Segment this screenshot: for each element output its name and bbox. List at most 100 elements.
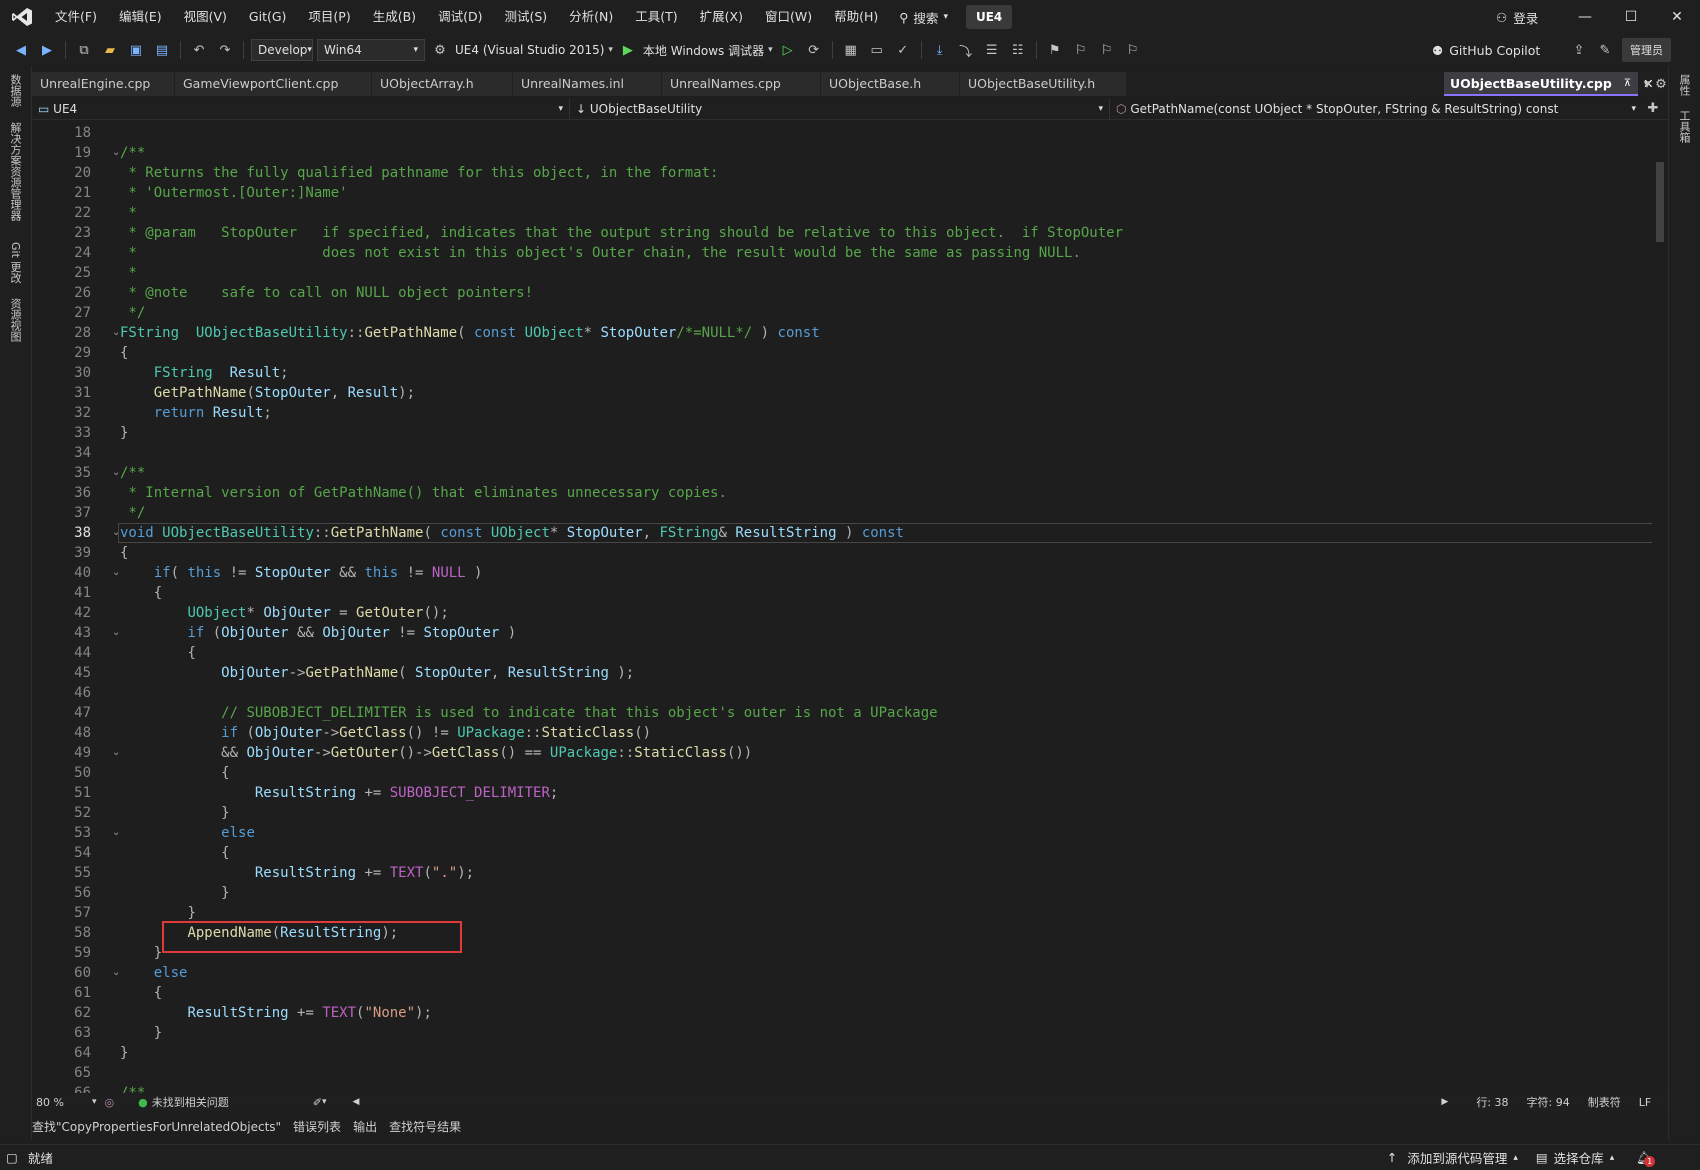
platform-select[interactable]: Win64 ▾	[317, 39, 425, 61]
vtab-solution-explorer[interactable]: 解决方案资源管理器	[7, 122, 23, 221]
start-debugging-icon[interactable]: ▶	[617, 39, 639, 61]
start-without-debugging-icon[interactable]: ▷	[777, 39, 799, 61]
code-line[interactable]: * Internal version of GetPathName() that…	[120, 483, 726, 503]
code-line[interactable]: */	[120, 303, 145, 323]
code-line[interactable]: {	[120, 643, 195, 663]
toggle-view-icon[interactable]: ▭	[866, 39, 888, 61]
code-line[interactable]: * Returns the fully qualified pathname f…	[120, 163, 718, 183]
menu-item[interactable]: 调试(D)	[427, 0, 493, 34]
code-line[interactable]: FString UObjectBaseUtility::GetPathName(…	[120, 323, 820, 343]
code-line[interactable]: * @note safe to call on NULL object poin…	[120, 283, 533, 303]
broom-icon[interactable]: ✐	[313, 1096, 322, 1109]
notification-bell-icon[interactable]: 🔔︎ 1	[1636, 1150, 1656, 1167]
member-select[interactable]: ⬡ GetPathName(const UObject * StopOuter,…	[1110, 99, 1642, 119]
redo-icon[interactable]: ↷	[214, 39, 236, 61]
tab-gameviewportclient-cpp[interactable]: GameViewportClient.cpp	[175, 72, 371, 96]
scope-select[interactable]: ↓ UObjectBaseUtility ▾	[570, 98, 1110, 119]
tab-uobjectarray-h[interactable]: UObjectArray.h	[372, 72, 512, 96]
tab-output[interactable]: 输出	[353, 1118, 377, 1135]
menu-item[interactable]: 文件(F)	[44, 0, 108, 34]
code-line[interactable]: ResultString += TEXT(".");	[120, 863, 474, 883]
step-into-icon[interactable]: ⤓	[929, 39, 951, 61]
menu-item[interactable]: 工具(T)	[624, 0, 688, 34]
indent-indicator[interactable]: 制表符	[1588, 1094, 1621, 1110]
spell-check-icon[interactable]: ✓	[892, 39, 914, 61]
tab-uobjectbaseutility-h[interactable]: UObjectBaseUtility.h	[960, 72, 1126, 96]
hot-reload-icon[interactable]: ⟳	[803, 39, 825, 61]
menu-item[interactable]: 编辑(E)	[108, 0, 173, 34]
code-line[interactable]: {	[120, 583, 162, 603]
vtab-toolbox[interactable]: 工具箱	[1676, 110, 1692, 143]
code-line[interactable]: return Result;	[120, 403, 272, 423]
code-line[interactable]: }	[120, 1043, 128, 1063]
code-line[interactable]: else	[120, 963, 188, 983]
step-over-icon[interactable]: ⤵	[955, 39, 977, 61]
project-select[interactable]: ▭ UE4 ▾	[32, 98, 570, 119]
menu-item[interactable]: 扩展(X)	[689, 0, 754, 34]
char-indicator[interactable]: 字符: 94	[1527, 1094, 1570, 1110]
vtab-git-changes[interactable]: Git 更改	[7, 242, 23, 283]
code-line[interactable]: *	[120, 203, 136, 223]
code-line[interactable]: {	[120, 543, 128, 563]
save-all-icon[interactable]: ▤	[151, 39, 173, 61]
code-line[interactable]: if (ObjOuter && ObjOuter != StopOuter )	[120, 623, 516, 643]
code-line[interactable]: {	[120, 843, 229, 863]
undo-icon[interactable]: ↶	[188, 39, 210, 61]
tab-uobjectbaseutility-cpp[interactable]: UObjectBaseUtility.cpp ⊼ ✕	[1444, 72, 1654, 96]
vtab-properties[interactable]: 属性	[1676, 74, 1692, 96]
line-indicator[interactable]: 行: 38	[1476, 1094, 1508, 1110]
add-to-source-control-button[interactable]: 添加到源代码管理	[1407, 1148, 1507, 1167]
code-line[interactable]: ResultString += SUBOBJECT_DELIMITER;	[120, 783, 558, 803]
tab-error-list[interactable]: 错误列表	[293, 1118, 341, 1135]
code-line[interactable]: *	[120, 263, 136, 283]
navigate-back-icon[interactable]: ◀	[10, 39, 32, 61]
code-line[interactable]: GetPathName(StopOuter, Result);	[120, 383, 415, 403]
scroll-right-icon[interactable]: ▶	[1441, 1097, 1448, 1107]
code-line[interactable]: }	[120, 943, 162, 963]
eol-indicator[interactable]: LF	[1639, 1096, 1651, 1109]
tab-list-dropdown-icon[interactable]: ▾	[1640, 73, 1654, 95]
code-line[interactable]: if (ObjOuter->GetClass() != UPackage::St…	[120, 723, 651, 743]
github-copilot-button[interactable]: ⚉ GitHub Copilot	[1432, 34, 1540, 66]
vertical-scrollbar[interactable]	[1652, 121, 1668, 1093]
code-line[interactable]: /**	[120, 143, 145, 163]
code-line[interactable]: /**	[120, 463, 145, 483]
login-button[interactable]: ⚇ 登录	[1496, 0, 1538, 34]
gear-icon[interactable]: ⚙	[429, 39, 451, 61]
tab-find-results[interactable]: 查找"CopyPropertiesForUnrelatedObjects"	[32, 1118, 281, 1135]
tab-unrealnames-inl[interactable]: UnrealNames.inl	[513, 72, 661, 96]
scroll-left-icon[interactable]: ◀	[353, 1097, 360, 1107]
gear-icon[interactable]: ⚙	[1654, 73, 1668, 95]
share-icon[interactable]: ⇪	[1568, 39, 1590, 61]
code-line[interactable]: }	[120, 423, 128, 443]
zoom-select[interactable]: 80 %	[36, 1096, 92, 1109]
visual-studio-logo-icon[interactable]	[0, 0, 44, 34]
menu-item[interactable]: 分析(N)	[558, 0, 624, 34]
previous-bookmark-icon[interactable]: ⚐	[1070, 39, 1092, 61]
code-line[interactable]: /**	[120, 1083, 145, 1093]
tab-uobjectbase-h[interactable]: UObjectBase.h	[821, 72, 959, 96]
clear-bookmarks-icon[interactable]: ⚐	[1122, 39, 1144, 61]
tab-unrealengine-cpp[interactable]: UnrealEngine.cpp	[32, 72, 174, 96]
code-line[interactable]: UObject* ObjOuter = GetOuter();	[120, 603, 448, 623]
code-line[interactable]: * @param StopOuter if specified, indicat…	[120, 223, 1123, 243]
maximize-button[interactable]: ☐	[1608, 0, 1654, 34]
split-editor-icon[interactable]: ✚	[1642, 98, 1664, 120]
code-line[interactable]: */	[120, 503, 145, 523]
code-line[interactable]: }	[120, 803, 229, 823]
bookmark-icon[interactable]: ⚑	[1044, 39, 1066, 61]
next-bookmark-icon[interactable]: ⚐	[1096, 39, 1118, 61]
code-line[interactable]: {	[120, 343, 128, 363]
comment-lines-icon[interactable]: ☰	[981, 39, 1003, 61]
menu-item[interactable]: 测试(S)	[493, 0, 558, 34]
code-line[interactable]: FString Result;	[120, 363, 289, 383]
menu-item[interactable]: 生成(B)	[362, 0, 427, 34]
close-window-button[interactable]: ✕	[1654, 0, 1700, 34]
startup-project-select[interactable]: UE4 (Visual Studio 2015)	[455, 43, 604, 57]
issues-status[interactable]: 未找到相关问题	[152, 1094, 229, 1110]
code-line[interactable]: }	[120, 883, 229, 903]
new-project-icon[interactable]: ⧉	[73, 39, 95, 61]
menu-item[interactable]: 窗口(W)	[754, 0, 823, 34]
minimize-button[interactable]: —	[1562, 0, 1608, 34]
code-line[interactable]: }	[120, 1023, 162, 1043]
